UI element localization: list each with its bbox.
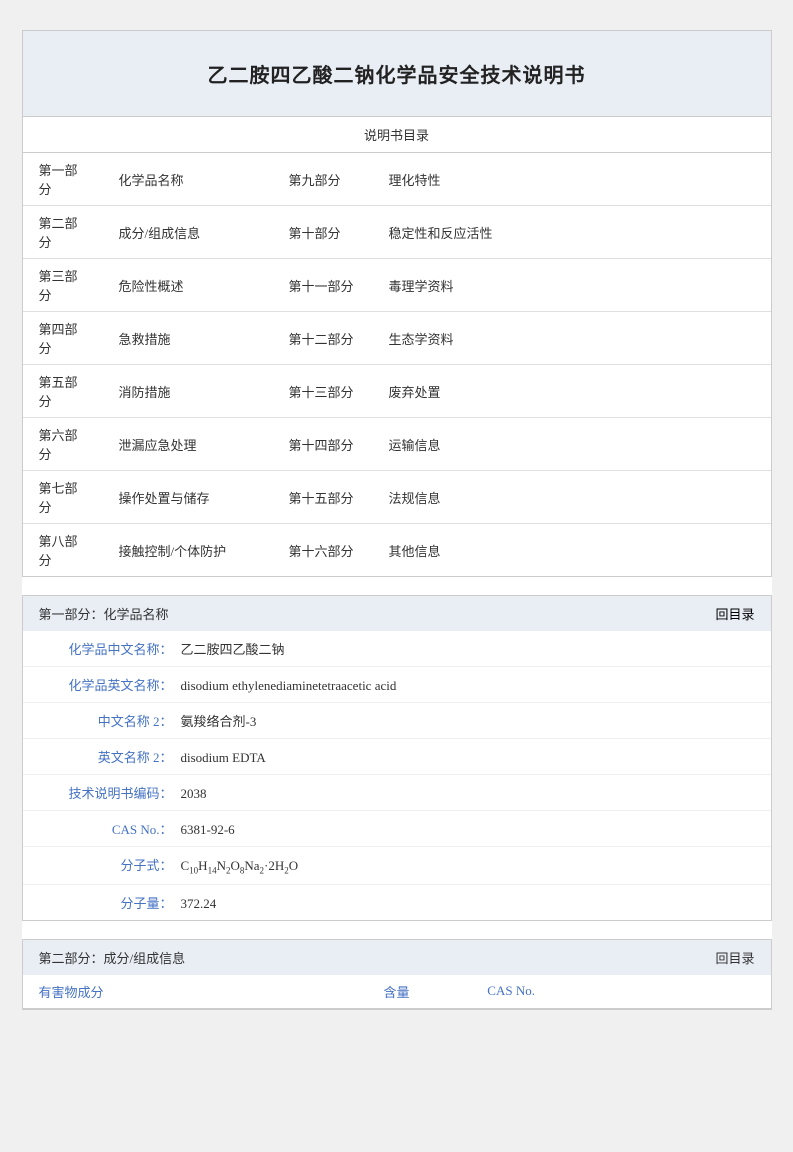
toc-col-num1: 第五部分: [23, 365, 103, 418]
part2-header: 第二部分：成分/组成信息 回目录: [23, 940, 771, 975]
toc-col-name1: 接触控制/个体防护: [103, 524, 273, 577]
toc-col-num1: 第四部分: [23, 312, 103, 365]
field-row: CAS No.： 6381-92-6: [23, 811, 771, 847]
toc-row: 第七部分 操作处置与储存 第十五部分 法规信息: [23, 471, 771, 524]
toc-col-num2: 第十三部分: [273, 365, 373, 418]
toc-col-name1: 消防措施: [103, 365, 273, 418]
toc-col-num1: 第二部分: [23, 206, 103, 259]
part1-back-link[interactable]: 回目录: [715, 604, 754, 623]
field-label: 英文名称 2：: [43, 747, 173, 766]
toc-col-num2: 第十一部分: [273, 259, 373, 312]
part1-header: 第一部分：化学品名称 回目录: [23, 596, 771, 631]
field-value: disodium ethylenediaminetetraacetic acid: [181, 678, 397, 694]
field-row: 分子量： 372.24: [23, 885, 771, 920]
field-label: 分子式：: [43, 855, 173, 874]
part2-section: 第二部分：成分/组成信息 回目录 有害物成分 含量 CAS No.: [22, 939, 772, 1010]
field-row: 技术说明书编码： 2038: [23, 775, 771, 811]
field-value: 氨羧络合剂-3: [181, 711, 257, 730]
toc-header: 说明书目录: [23, 117, 771, 153]
page: 乙二胺四乙酸二钠化学品安全技术说明书 说明书目录 第一部分 化学品名称 第九部分…: [22, 30, 772, 1010]
toc-col-num1: 第六部分: [23, 418, 103, 471]
toc-col-num2: 第九部分: [273, 153, 373, 206]
field-row: 中文名称 2： 氨羧络合剂-3: [23, 703, 771, 739]
part2-back-link[interactable]: 回目录: [715, 948, 754, 967]
main-title: 乙二胺四乙酸二钠化学品安全技术说明书: [43, 59, 751, 88]
title-section: 乙二胺四乙酸二钠化学品安全技术说明书: [22, 30, 772, 117]
field-row: 英文名称 2： disodium EDTA: [23, 739, 771, 775]
toc-row: 第三部分 危险性概述 第十一部分 毒理学资料: [23, 259, 771, 312]
field-label: 中文名称 2：: [43, 711, 173, 730]
toc-col-name2: 法规信息: [373, 471, 771, 524]
field-value: C10H14N2O8Na2·2H2O: [181, 858, 299, 876]
field-value: disodium EDTA: [181, 750, 266, 766]
toc-col-name2: 运输信息: [373, 418, 771, 471]
toc-col-name2: 毒理学资料: [373, 259, 771, 312]
toc-row: 第二部分 成分/组成信息 第十部分 稳定性和反应活性: [23, 206, 771, 259]
field-row: 化学品中文名称： 乙二胺四乙酸二钠: [23, 631, 771, 667]
toc-col-name1: 泄漏应急处理: [103, 418, 273, 471]
toc-col-name1: 操作处置与储存: [103, 471, 273, 524]
col-hazardous-header: 有害物成分: [23, 975, 322, 1009]
field-value: 乙二胺四乙酸二钠: [181, 639, 285, 658]
toc-row: 第六部分 泄漏应急处理 第十四部分 运输信息: [23, 418, 771, 471]
part2-title: 第二部分：成分/组成信息: [39, 948, 186, 967]
field-row: 化学品英文名称： disodium ethylenediaminetetraace…: [23, 667, 771, 703]
toc-col-name1: 急救措施: [103, 312, 273, 365]
toc-col-name2: 理化特性: [373, 153, 771, 206]
toc-col-num2: 第十部分: [273, 206, 373, 259]
part2-table: 有害物成分 含量 CAS No.: [23, 975, 771, 1009]
toc-table: 第一部分 化学品名称 第九部分 理化特性 第二部分 成分/组成信息 第十部分 稳…: [23, 153, 771, 576]
field-label: 化学品中文名称：: [43, 639, 173, 658]
toc-col-num2: 第十四部分: [273, 418, 373, 471]
toc-col-name2: 稳定性和反应活性: [373, 206, 771, 259]
col-cas-header: CAS No.: [471, 975, 770, 1009]
toc-section: 说明书目录 第一部分 化学品名称 第九部分 理化特性 第二部分 成分/组成信息 …: [22, 117, 772, 577]
toc-col-num2: 第十六部分: [273, 524, 373, 577]
toc-col-num1: 第八部分: [23, 524, 103, 577]
toc-col-num1: 第三部分: [23, 259, 103, 312]
toc-col-num2: 第十二部分: [273, 312, 373, 365]
toc-col-num2: 第十五部分: [273, 471, 373, 524]
toc-row: 第八部分 接触控制/个体防护 第十六部分 其他信息: [23, 524, 771, 577]
toc-row: 第四部分 急救措施 第十二部分 生态学资料: [23, 312, 771, 365]
toc-col-name2: 废弃处置: [373, 365, 771, 418]
toc-col-name1: 化学品名称: [103, 153, 273, 206]
field-value: 2038: [181, 786, 207, 802]
part1-content: 化学品中文名称： 乙二胺四乙酸二钠化学品英文名称： disodium ethylen…: [23, 631, 771, 920]
part1-section: 第一部分：化学品名称 回目录 化学品中文名称： 乙二胺四乙酸二钠化学品英文名称： d…: [22, 595, 772, 921]
toc-col-name2: 生态学资料: [373, 312, 771, 365]
toc-col-num1: 第一部分: [23, 153, 103, 206]
toc-col-name2: 其他信息: [373, 524, 771, 577]
field-label: 技术说明书编码：: [43, 783, 173, 802]
col-content-header: 含量: [322, 975, 472, 1009]
toc-col-name1: 成分/组成信息: [103, 206, 273, 259]
toc-col-num1: 第七部分: [23, 471, 103, 524]
toc-row: 第一部分 化学品名称 第九部分 理化特性: [23, 153, 771, 206]
part2-table-header-row: 有害物成分 含量 CAS No.: [23, 975, 771, 1009]
toc-row: 第五部分 消防措施 第十三部分 废弃处置: [23, 365, 771, 418]
field-value: 372.24: [181, 896, 217, 912]
field-label: 化学品英文名称：: [43, 675, 173, 694]
toc-col-name1: 危险性概述: [103, 259, 273, 312]
field-label: CAS No.：: [43, 819, 173, 838]
part1-title: 第一部分：化学品名称: [39, 604, 169, 623]
field-value: 6381-92-6: [181, 822, 235, 838]
field-row: 分子式： C10H14N2O8Na2·2H2O: [23, 847, 771, 885]
field-label: 分子量：: [43, 893, 173, 912]
